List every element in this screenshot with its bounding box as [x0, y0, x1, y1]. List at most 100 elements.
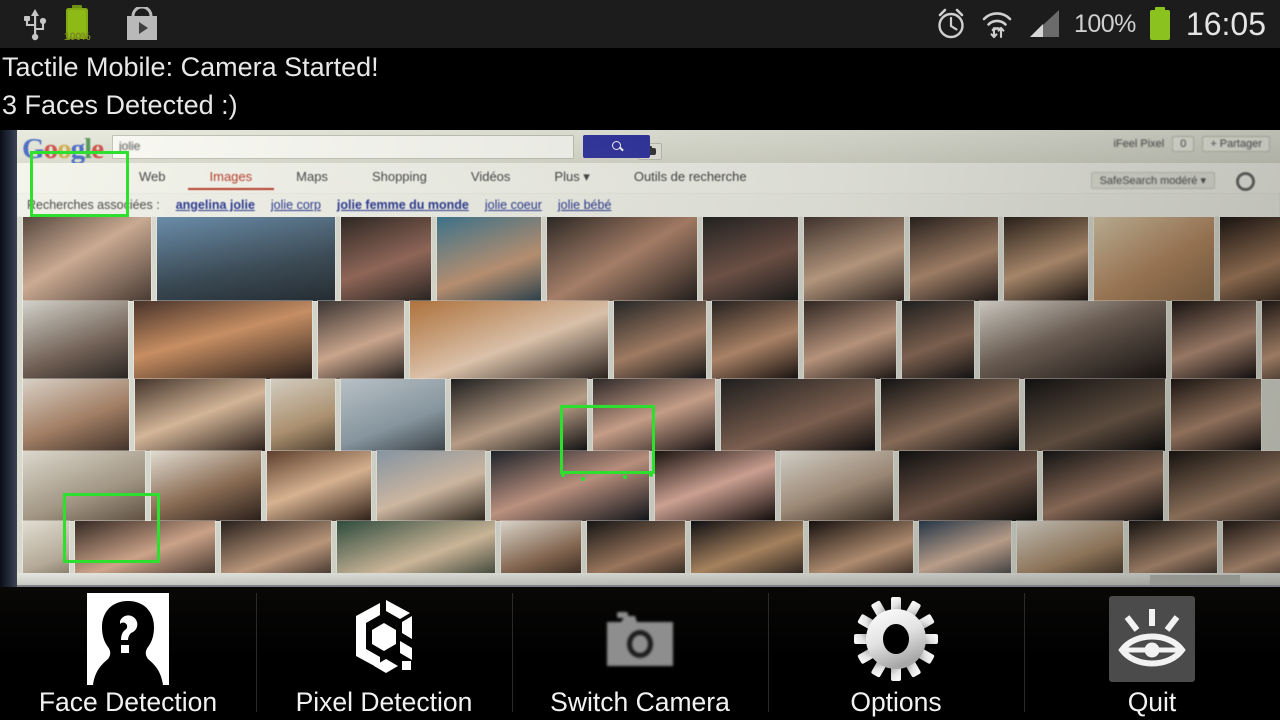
thumbnail[interactable]: [804, 217, 904, 301]
thumbnail[interactable]: [341, 217, 431, 301]
toolbar-button-options[interactable]: Options: [768, 587, 1024, 720]
thumbnail[interactable]: [614, 301, 706, 379]
nav-item-maps[interactable]: Maps: [274, 169, 350, 190]
share-button[interactable]: + Partager: [1202, 136, 1270, 152]
image-grid-row: [17, 301, 1280, 379]
nav-item-videos[interactable]: Vidéos: [449, 169, 533, 190]
thumbnail[interactable]: [271, 379, 335, 451]
battery-level-text: 100%: [64, 30, 91, 43]
thumbnail[interactable]: [1025, 379, 1165, 451]
safesearch-dropdown[interactable]: SafeSearch modéré ▾: [1090, 172, 1215, 189]
thumbnail[interactable]: [1172, 301, 1256, 379]
thumbnail[interactable]: [1262, 301, 1280, 379]
thumbnail[interactable]: [1171, 379, 1261, 451]
toolbar-button-face-detection[interactable]: Face Detection: [0, 587, 256, 720]
google-header: Google jolie iFeel Pixel 0 + Partager: [17, 130, 1280, 165]
thumbnail[interactable]: [151, 451, 261, 521]
wifi-icon: [980, 7, 1014, 41]
app-screen: 100% 100% 16:05 Tactile Mobile: Camera S…: [0, 0, 1280, 720]
camera-preview[interactable]: Google jolie iFeel Pixel 0 + Partager We…: [0, 130, 1280, 587]
thumbnail[interactable]: [1094, 217, 1214, 301]
face-box-1: [30, 151, 129, 217]
thumbnail[interactable]: [547, 217, 697, 301]
toolbar-button-quit[interactable]: Quit: [1024, 587, 1280, 720]
toolbar-label-pixel-detection: Pixel Detection: [295, 687, 473, 717]
thumbnail[interactable]: [1043, 451, 1163, 521]
nav-item-search-tools[interactable]: Outils de recherche: [612, 169, 769, 190]
image-grid-row: [17, 217, 1280, 301]
thumbnail[interactable]: [410, 301, 608, 379]
thumbnail[interactable]: [655, 451, 775, 521]
thumbnail[interactable]: [1004, 217, 1088, 301]
related-link-2[interactable]: jolie corp: [271, 198, 321, 212]
thumbnail[interactable]: [134, 301, 312, 379]
thumbnail[interactable]: [1220, 217, 1280, 301]
status-bar-clock: 16:05: [1185, 5, 1266, 42]
thumbnail[interactable]: [980, 301, 1166, 379]
battery-icon: 100%: [64, 4, 91, 45]
status-bar-right-icons: 100% 16:05: [934, 6, 1280, 43]
cube-logo-icon: [338, 593, 430, 685]
thumbnail[interactable]: [318, 301, 404, 379]
toolbar-label-options: Options: [850, 687, 942, 717]
related-link-5[interactable]: jolie bébé: [558, 198, 612, 212]
thumbnail[interactable]: [910, 217, 998, 301]
face-question-icon: [82, 593, 174, 685]
nav-item-plus[interactable]: Plus ▾: [532, 169, 611, 190]
toolbar-label-quit: Quit: [1127, 687, 1177, 717]
gear-icon[interactable]: [1236, 172, 1255, 191]
pixel-count[interactable]: 0: [1172, 136, 1195, 152]
app-message-area: Tactile Mobile: Camera Started! 3 Faces …: [0, 48, 1280, 130]
bottom-toolbar: Face Detection Pixel Detection Switch Ca…: [0, 587, 1280, 720]
thumbnail[interactable]: [703, 217, 798, 301]
thumbnail[interactable]: [804, 301, 896, 379]
battery-percent-text: 100%: [1073, 9, 1136, 38]
monitor-bezel: [0, 130, 17, 587]
google-search-input[interactable]: jolie: [112, 135, 662, 160]
thumbnail[interactable]: [23, 379, 129, 451]
related-searches-bar: Recherches associées : angelina jolie jo…: [17, 193, 1280, 217]
gear-icon: [850, 593, 942, 685]
toolbar-label-face-detection: Face Detection: [38, 687, 218, 717]
camera-icon: [594, 593, 686, 685]
thumbnail[interactable]: [341, 379, 445, 451]
google-header-right: iFeel Pixel 0 + Partager: [1113, 136, 1270, 152]
toolbar-label-switch-camera: Switch Camera: [550, 687, 730, 717]
related-link-4[interactable]: jolie coeur: [485, 198, 542, 212]
thumbnail[interactable]: [899, 451, 1037, 521]
thumbnail[interactable]: [781, 451, 893, 521]
thumbnail[interactable]: [157, 217, 335, 301]
thumbnail[interactable]: [1169, 451, 1280, 521]
signal-icon: [1026, 8, 1062, 40]
thumbnail[interactable]: [437, 217, 541, 301]
nav-item-images[interactable]: Images: [187, 169, 275, 190]
toolbar-button-pixel-detection[interactable]: Pixel Detection: [256, 587, 512, 720]
battery-level-icon: [1148, 7, 1172, 41]
face-landmark-dot: [649, 473, 653, 477]
face-landmark-dot: [581, 477, 585, 481]
thumbnail[interactable]: [23, 301, 128, 379]
related-link-3[interactable]: jolie femme du monde: [337, 198, 469, 212]
thumbnail[interactable]: [881, 379, 1019, 451]
thumbnail[interactable]: [377, 451, 485, 521]
captured-computer-screen: Google jolie iFeel Pixel 0 + Partager We…: [17, 130, 1280, 587]
face-landmark-dot: [561, 473, 565, 477]
usb-icon: [20, 7, 50, 41]
nav-item-shopping[interactable]: Shopping: [350, 169, 449, 190]
thumbnail[interactable]: [23, 217, 151, 301]
google-nav-items: Web Images Maps Shopping Vidéos Plus ▾ O…: [117, 169, 769, 190]
android-status-bar: 100% 100% 16:05: [0, 0, 1280, 48]
faces-detected-message: 3 Faces Detected :): [2, 90, 238, 120]
toolbar-button-switch-camera[interactable]: Switch Camera: [512, 587, 768, 720]
status-bar-left-icons: 100%: [0, 4, 160, 45]
thumbnail[interactable]: [902, 301, 974, 379]
related-link-1[interactable]: angelina jolie: [176, 198, 255, 212]
pixel-label: iFeel Pixel: [1113, 138, 1165, 150]
face-box-3: [63, 493, 160, 563]
thumbnail[interactable]: [712, 301, 798, 379]
google-search-button[interactable]: [583, 135, 650, 158]
face-box-2: [560, 405, 655, 481]
thumbnail[interactable]: [721, 379, 875, 451]
thumbnail[interactable]: [267, 451, 371, 521]
thumbnail[interactable]: [135, 379, 265, 451]
